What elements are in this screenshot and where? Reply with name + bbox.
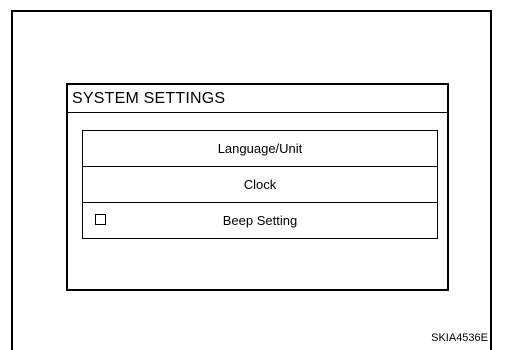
screen-title: SYSTEM SETTINGS [72,90,226,107]
menu-item-language-unit[interactable]: Language/Unit [83,131,437,167]
menu-item-clock[interactable]: Clock [83,167,437,203]
menu-item-label: Language/Unit [217,141,303,156]
system-settings-screen: SYSTEM SETTINGS Language/Unit Clock Beep… [66,83,449,291]
beep-setting-checkbox[interactable] [95,214,106,225]
settings-menu: Language/Unit Clock Beep Setting [82,130,438,239]
figure-code: SKIA4536E [431,332,488,344]
menu-item-beep-setting[interactable]: Beep Setting [83,203,437,238]
menu-item-label: Clock [243,177,277,192]
title-divider [68,112,447,113]
menu-item-label: Beep Setting [222,213,298,228]
